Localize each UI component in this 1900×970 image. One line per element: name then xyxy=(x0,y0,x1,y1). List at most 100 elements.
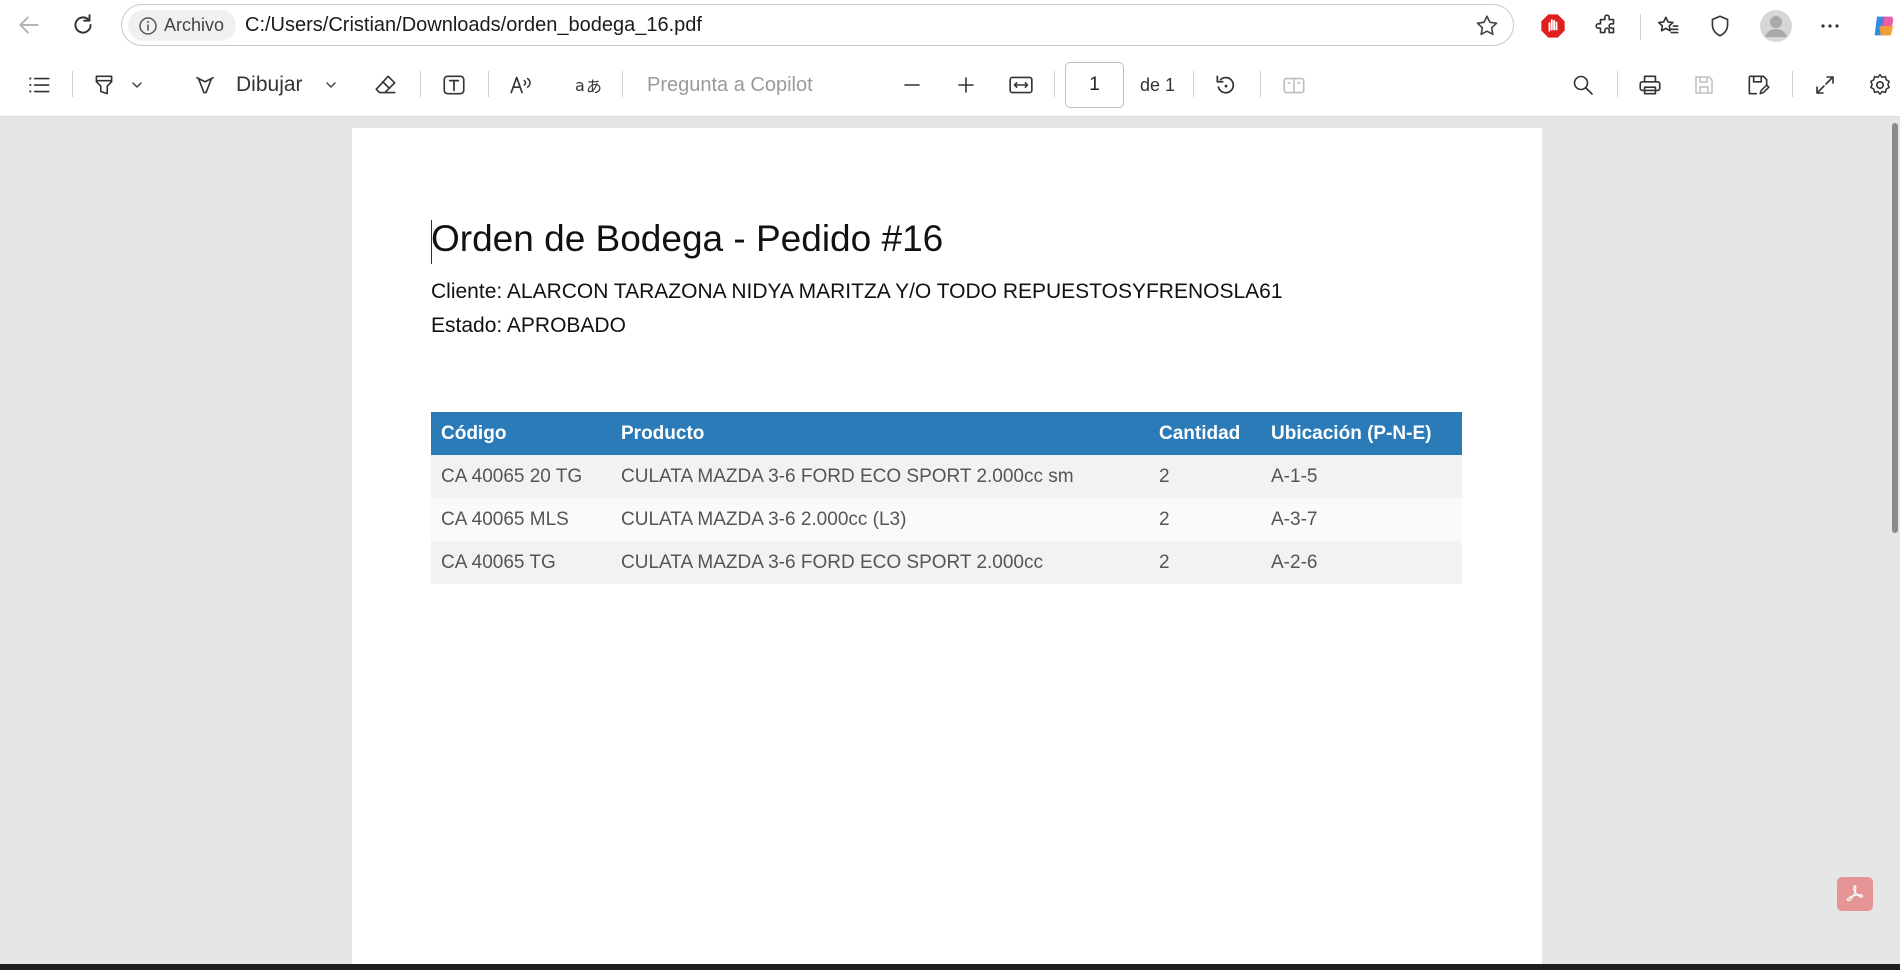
divider xyxy=(72,71,73,97)
printer-icon xyxy=(1637,72,1663,98)
divider xyxy=(1260,71,1261,97)
cell-code: CA 40065 20 TG xyxy=(431,455,611,498)
save-disk-icon xyxy=(1692,73,1716,97)
table-of-contents-icon xyxy=(26,72,52,98)
browser-address-bar: Archivo C:/Users/Cristian/Downloads/orde… xyxy=(0,0,1900,52)
divider xyxy=(1193,71,1194,97)
chevron-down-icon xyxy=(130,78,144,92)
profile-button[interactable] xyxy=(1758,8,1794,44)
favorites-list-icon xyxy=(1655,13,1681,39)
print-button[interactable] xyxy=(1632,67,1668,103)
page-total-label: de 1 xyxy=(1140,75,1176,95)
draw-label[interactable]: Dibujar xyxy=(236,73,303,97)
cell-location: A-1-5 xyxy=(1261,455,1462,498)
expand-icon xyxy=(1813,73,1837,97)
chevron-down-icon xyxy=(324,78,338,92)
info-icon xyxy=(138,16,158,36)
rotate-button[interactable] xyxy=(1208,67,1244,103)
copilot-icon xyxy=(1870,12,1898,40)
extensions-button[interactable] xyxy=(1589,8,1625,44)
url-text[interactable]: C:/Users/Cristian/Downloads/orden_bodega… xyxy=(245,14,702,37)
save-as-button[interactable] xyxy=(1740,67,1776,103)
scrollbar-thumb[interactable] xyxy=(1892,123,1898,533)
back-arrow-icon xyxy=(16,12,42,38)
site-info-chip[interactable]: Archivo xyxy=(128,10,237,41)
read-aloud-button[interactable] xyxy=(503,67,539,103)
cell-product: CULATA MAZDA 3-6 FORD ECO SPORT 2.000cc xyxy=(611,541,1149,584)
plus-icon xyxy=(955,74,977,96)
cell-location: A-3-7 xyxy=(1261,498,1462,541)
back-button[interactable] xyxy=(11,7,47,43)
search-icon xyxy=(1571,73,1595,97)
vertical-scrollbar[interactable] xyxy=(1890,117,1900,964)
page-number-input[interactable] xyxy=(1065,62,1124,108)
pdf-page: Orden de Bodega - Pedido #16 Cliente: AL… xyxy=(352,128,1542,964)
translate-button[interactable]: aあ xyxy=(570,67,606,103)
cell-code: CA 40065 MLS xyxy=(431,498,611,541)
pdf-settings-button[interactable] xyxy=(1862,67,1898,103)
column-header-product: Producto xyxy=(611,412,1149,455)
pen-draw-icon xyxy=(192,72,218,98)
fit-to-width-button[interactable] xyxy=(1003,67,1039,103)
divider xyxy=(1640,14,1641,40)
client-line: Cliente: ALARCON TARAZONA NIDYA MARITZA … xyxy=(431,280,1283,303)
settings-more-button[interactable] xyxy=(1812,8,1848,44)
taskbar-edge xyxy=(0,964,1900,970)
stop-hand-icon xyxy=(1539,12,1567,40)
acrobat-pdf-badge[interactable] xyxy=(1837,877,1873,911)
gear-icon xyxy=(1867,72,1893,98)
favorites-button[interactable] xyxy=(1650,8,1686,44)
avatar xyxy=(1760,10,1792,42)
highlight-button[interactable] xyxy=(86,67,122,103)
favorite-star-icon[interactable] xyxy=(1474,13,1500,39)
cell-quantity: 2 xyxy=(1149,455,1261,498)
highlighter-icon xyxy=(91,72,117,98)
eraser-icon xyxy=(373,72,399,98)
site-info-label: Archivo xyxy=(164,15,225,35)
table-row: CA 40065 MLS CULATA MAZDA 3-6 2.000cc (L… xyxy=(431,498,1462,541)
adblock-button[interactable] xyxy=(1535,8,1571,44)
fullscreen-button[interactable] xyxy=(1807,67,1843,103)
draw-button[interactable] xyxy=(187,67,223,103)
zoom-out-button[interactable] xyxy=(894,67,930,103)
text-box-icon xyxy=(441,72,467,98)
add-text-button[interactable] xyxy=(436,67,472,103)
table-header-row: Código Producto Cantidad Ubicación (P-N-… xyxy=(431,412,1462,455)
cell-quantity: 2 xyxy=(1149,498,1261,541)
column-header-quantity: Cantidad xyxy=(1149,412,1261,455)
divider xyxy=(1617,71,1618,97)
save-button[interactable] xyxy=(1686,67,1722,103)
cell-location: A-2-6 xyxy=(1261,541,1462,584)
svg-text:a: a xyxy=(575,76,585,95)
reload-button[interactable] xyxy=(65,7,101,43)
rotate-icon xyxy=(1213,72,1239,98)
cell-product: CULATA MAZDA 3-6 2.000cc (L3) xyxy=(611,498,1149,541)
copilot-button[interactable] xyxy=(1866,8,1900,44)
erase-button[interactable] xyxy=(368,67,404,103)
zoom-in-button[interactable] xyxy=(948,67,984,103)
translate-icon: aあ xyxy=(574,72,602,98)
table-row: CA 40065 20 TG CULATA MAZDA 3-6 FORD ECO… xyxy=(431,455,1462,498)
contents-button[interactable] xyxy=(21,67,57,103)
pdf-toolbar: Dibujar aあ Pregunta a Copilot 1 de 1 xyxy=(0,52,1900,117)
browser-essentials-button[interactable] xyxy=(1702,8,1738,44)
svg-text:あ: あ xyxy=(586,77,602,96)
document-title: Orden de Bodega - Pedido #16 xyxy=(431,218,944,259)
page-view-button[interactable] xyxy=(1276,67,1312,103)
table-row: CA 40065 TG CULATA MAZDA 3-6 FORD ECO SP… xyxy=(431,541,1462,584)
status-line: Estado: APROBADO xyxy=(431,314,626,337)
order-table: Código Producto Cantidad Ubicación (P-N-… xyxy=(431,412,1462,584)
fit-width-icon xyxy=(1008,72,1034,98)
minus-icon xyxy=(901,74,923,96)
divider xyxy=(622,71,623,97)
copilot-prompt[interactable]: Pregunta a Copilot xyxy=(647,74,813,97)
cell-product: CULATA MAZDA 3-6 FORD ECO SPORT 2.000cc … xyxy=(611,455,1149,498)
more-dots-icon xyxy=(1818,14,1842,38)
draw-options-button[interactable] xyxy=(320,67,342,103)
highlight-options-button[interactable] xyxy=(126,67,148,103)
address-bar[interactable]: Archivo C:/Users/Cristian/Downloads/orde… xyxy=(121,4,1514,46)
search-button[interactable] xyxy=(1565,67,1601,103)
column-header-code: Código xyxy=(431,412,611,455)
cell-code: CA 40065 TG xyxy=(431,541,611,584)
divider xyxy=(420,71,421,97)
